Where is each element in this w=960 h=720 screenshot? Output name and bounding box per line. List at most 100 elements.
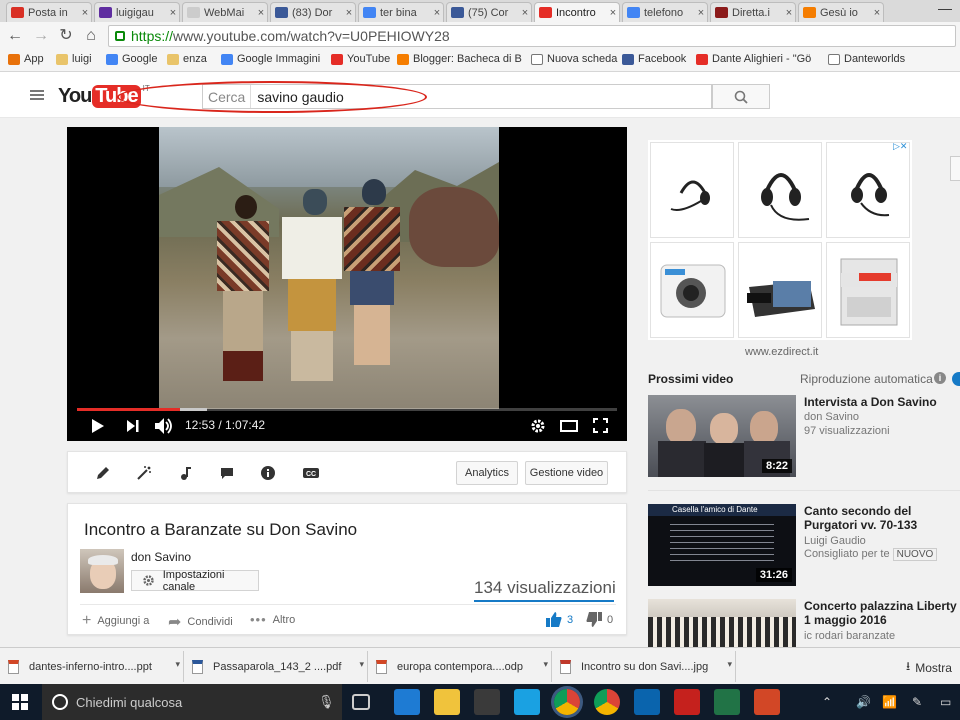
tray-network-icon[interactable]: ⌃ xyxy=(822,695,832,709)
reload-icon[interactable]: ↻ xyxy=(57,27,75,45)
close-tab-icon[interactable]: × xyxy=(519,7,531,19)
bookmark-item[interactable]: Facebook xyxy=(622,53,686,65)
like-button[interactable]: 3 xyxy=(546,612,573,627)
subtitles-cc-icon[interactable]: CC xyxy=(302,465,320,481)
store-icon[interactable] xyxy=(474,689,500,715)
download-menu-icon[interactable]: ▾ xyxy=(175,659,180,670)
video-manager-button[interactable]: Gestione video xyxy=(525,461,608,485)
file-explorer-icon[interactable] xyxy=(434,689,460,715)
ad-product-headset-stereo[interactable] xyxy=(738,142,822,238)
more-button[interactable]: ••• Altro xyxy=(250,612,295,627)
browser-tab[interactable]: Diretta.i × xyxy=(710,2,796,22)
theater-mode-icon[interactable] xyxy=(560,420,578,432)
browser-tab[interactable]: (75) Cor × xyxy=(446,2,532,22)
sidebar-thumb-2[interactable]: Casella l'amico di Dante 31:26 xyxy=(648,504,796,586)
volume-icon[interactable] xyxy=(155,418,173,434)
microphone-icon[interactable]: 🎙 xyxy=(318,694,335,710)
browser-tab[interactable]: WebMai × xyxy=(182,2,268,22)
bookmark-item[interactable]: Nuova scheda xyxy=(531,53,617,65)
browser-tab[interactable]: luigigau × xyxy=(94,2,180,22)
cortana-search-box[interactable]: Chiedimi qualcosa xyxy=(42,684,342,720)
forward-arrow-icon[interactable]: → xyxy=(32,27,50,45)
download-menu-icon[interactable]: ▾ xyxy=(727,659,732,670)
guide-menu-icon[interactable] xyxy=(30,90,44,100)
close-tab-icon[interactable]: × xyxy=(607,7,619,19)
tray-volume-icon[interactable]: 🔊 xyxy=(856,695,871,709)
browser-tab[interactable]: Posta in × xyxy=(6,2,92,22)
close-tab-icon[interactable]: × xyxy=(167,7,179,19)
sidebar-thumb-1[interactable]: 8:22 xyxy=(648,395,796,477)
minimize-window-button[interactable]: — xyxy=(930,0,960,18)
ad-product-ip-camera[interactable] xyxy=(650,242,734,338)
bookmark-item[interactable]: enza xyxy=(167,53,207,65)
close-tab-icon[interactable]: × xyxy=(783,7,795,19)
bookmark-item[interactable]: App xyxy=(8,53,44,65)
close-tab-icon[interactable]: × xyxy=(79,7,91,19)
edge-icon[interactable] xyxy=(394,689,420,715)
header-button-partial[interactable] xyxy=(950,156,960,181)
sidebar-title-2[interactable]: Canto secondo del Purgatori vv. 70-133 xyxy=(804,504,960,532)
windows-start-icon[interactable] xyxy=(12,694,28,710)
add-to-button[interactable]: + Aggiungi a xyxy=(82,612,149,630)
next-icon[interactable] xyxy=(127,420,139,432)
tray-wifi-icon[interactable]: 📶 xyxy=(882,695,897,709)
download-item[interactable]: Passaparola_143_2 ....pdf ▾ xyxy=(184,651,368,682)
task-view-icon[interactable] xyxy=(352,694,370,710)
tray-notification-icon[interactable]: ▭ xyxy=(940,695,951,709)
ad-choices-icon[interactable]: ▷✕ xyxy=(893,141,911,153)
channel-avatar[interactable] xyxy=(80,549,124,593)
video-player[interactable]: 12:53 / 1:07:42 xyxy=(67,127,627,441)
audio-note-icon[interactable] xyxy=(178,465,194,481)
close-tab-icon[interactable]: × xyxy=(255,7,267,19)
play-icon[interactable] xyxy=(91,419,105,433)
browser-tab[interactable]: Incontro × xyxy=(534,2,620,22)
chrome-icon[interactable] xyxy=(594,689,620,715)
channel-settings-button[interactable]: Impostazioni canale xyxy=(131,569,259,593)
settings-gear-icon[interactable] xyxy=(530,418,546,434)
enhance-wand-icon[interactable] xyxy=(136,465,152,481)
bookmark-item[interactable]: luigi xyxy=(56,53,92,65)
tray-pen-icon[interactable]: ✎ xyxy=(912,695,922,709)
download-item[interactable]: Incontro su don Savi....jpg ▾ xyxy=(552,651,736,682)
home-icon[interactable]: ⌂ xyxy=(82,27,100,45)
browser-tab[interactable]: ter bina × xyxy=(358,2,444,22)
share-button[interactable]: ➦ Condividi xyxy=(168,612,233,632)
annotations-icon[interactable] xyxy=(219,465,235,481)
ad-product-headset-wireless[interactable] xyxy=(826,142,910,238)
autoplay-info-icon[interactable]: i xyxy=(934,372,946,384)
bookmark-item[interactable]: Danteworlds xyxy=(828,53,905,65)
powerpoint-icon[interactable] xyxy=(754,689,780,715)
filezilla-icon[interactable] xyxy=(674,689,700,715)
bookmark-item[interactable]: Dante Alighieri - "Gö xyxy=(696,53,811,65)
sidebar-thumb-3[interactable] xyxy=(648,599,796,647)
show-all-downloads[interactable]: ⭳ Mostra xyxy=(906,657,952,678)
browser-tab[interactable]: (83) Dor × xyxy=(270,2,356,22)
sidebar-title-1[interactable]: Intervista a Don Savino xyxy=(804,395,937,409)
bookmark-item[interactable]: Google Immagini xyxy=(221,53,320,65)
download-item[interactable]: dantes-inferno-intro....ppt ▾ xyxy=(0,651,184,682)
dislike-button[interactable]: 0 xyxy=(586,612,613,627)
ad-banner[interactable] xyxy=(648,140,912,340)
outlook-icon[interactable] xyxy=(634,689,660,715)
url-field[interactable]: https:// www.youtube.com/watch?v=U0PEHIO… xyxy=(108,25,956,47)
ad-product-din-module[interactable] xyxy=(826,242,910,338)
info-icon[interactable] xyxy=(260,465,276,481)
bookmark-item[interactable]: Google xyxy=(106,53,157,65)
excel-icon[interactable] xyxy=(714,689,740,715)
progress-bar[interactable] xyxy=(77,408,617,411)
search-button[interactable] xyxy=(712,84,770,109)
close-tab-icon[interactable]: × xyxy=(431,7,443,19)
download-menu-icon[interactable]: ▾ xyxy=(359,659,364,670)
browser-tab[interactable]: Gesù io × xyxy=(798,2,884,22)
close-tab-icon[interactable]: × xyxy=(695,7,707,19)
channel-name[interactable]: don Savino xyxy=(131,550,191,564)
download-item[interactable]: europa contempora....odp ▾ xyxy=(368,651,552,682)
sky-go-icon[interactable] xyxy=(514,689,540,715)
edit-pencil-icon[interactable] xyxy=(95,465,111,481)
close-tab-icon[interactable]: × xyxy=(871,7,883,19)
download-menu-icon[interactable]: ▾ xyxy=(543,659,548,670)
ad-product-headset-mono[interactable] xyxy=(650,142,734,238)
analytics-button[interactable]: Analytics xyxy=(456,461,518,485)
ad-domain[interactable]: www.ezdirect.it xyxy=(745,346,818,358)
back-arrow-icon[interactable]: ← xyxy=(6,27,24,45)
